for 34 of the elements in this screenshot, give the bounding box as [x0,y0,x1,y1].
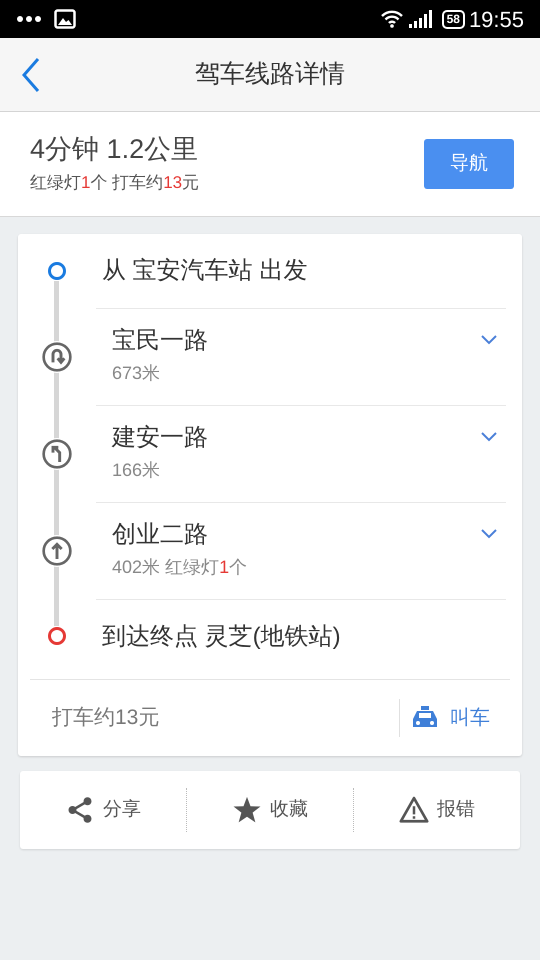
road-name: 建安一路 [112,423,209,453]
more-dots-icon [16,15,42,23]
wifi-icon [380,10,404,28]
report-button[interactable]: 报错 [354,771,520,849]
start-point-icon [47,261,67,281]
trip-details: 红绿灯1个 打车约13元 [30,172,200,194]
back-icon [20,56,42,92]
share-button[interactable]: 分享 [20,771,186,849]
image-icon [54,9,76,29]
car-icon [412,706,438,730]
end-point-icon [47,626,67,646]
route-step[interactable]: 建安一路 166米 [96,405,506,502]
chevron-down-icon[interactable] [480,430,498,442]
step-distance: 166米 [112,459,162,482]
road-name: 创业二路 [112,520,209,550]
call-taxi-button[interactable]: 叫车 [400,703,502,733]
signal-icon [408,10,434,28]
page-title: 驾车线路详情 [194,58,346,90]
route-step[interactable]: 宝民一路 673米 [96,308,506,405]
taxi-fare: 打车约13元 [52,705,160,732]
step-distance: 673米 [112,362,162,385]
step-distance: 402米 红绿灯1个 [112,556,248,579]
favorite-button[interactable]: 收藏 [187,771,353,849]
road-name: 宝民一路 [112,326,209,356]
chevron-down-icon[interactable] [480,333,498,345]
trip-duration-distance: 4分钟 1.2公里 [30,133,200,166]
star-icon [232,795,262,825]
clock: 19:55 [468,6,524,34]
route-step[interactable]: 创业二路 402米 红绿灯1个 [96,502,506,599]
chevron-down-icon[interactable] [480,527,498,539]
destination: 到达终点 灵芝(地铁站) [102,622,341,652]
battery-icon: 58 [442,10,465,28]
warning-icon [399,795,429,825]
start-location: 从 宝安汽车站 出发 [102,256,308,286]
